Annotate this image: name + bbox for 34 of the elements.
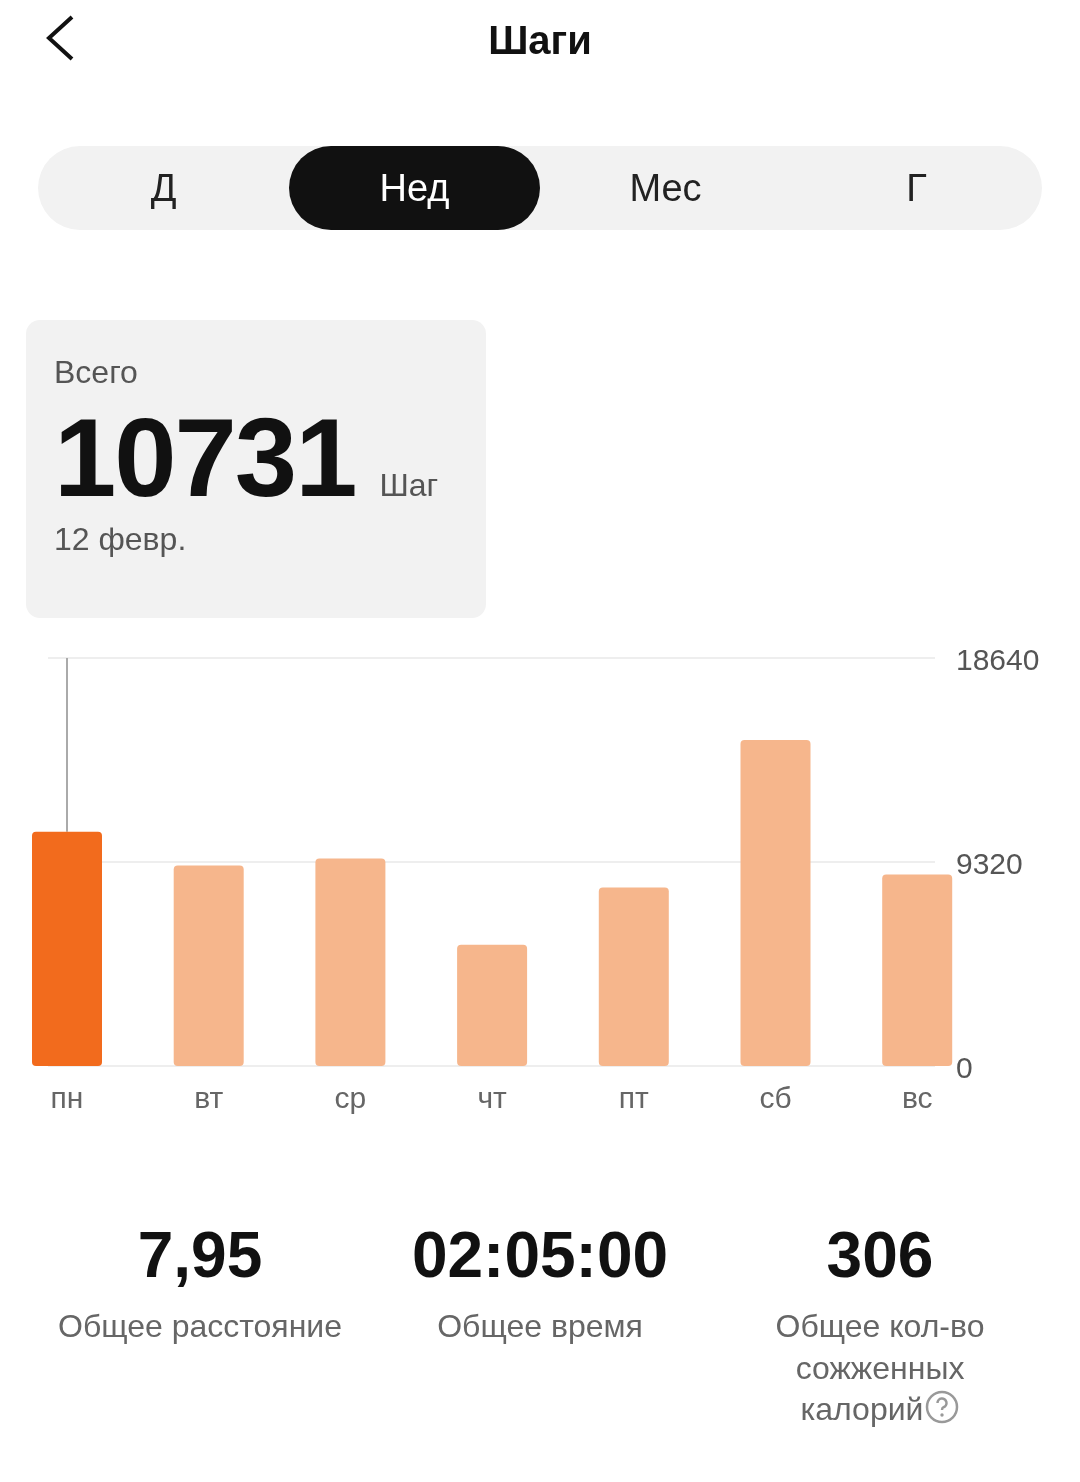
total-steps: 10731: [54, 399, 356, 517]
bar[interactable]: [740, 740, 811, 1066]
day-label: чт: [477, 1081, 507, 1114]
bar[interactable]: [32, 831, 102, 1066]
day-label: пт: [618, 1081, 649, 1114]
bar[interactable]: [173, 865, 244, 1066]
back-icon[interactable]: [44, 14, 76, 62]
day-label: пн: [50, 1081, 84, 1114]
help-icon[interactable]: [925, 1390, 960, 1425]
stat-label: Общее кол-во сожженных калорий: [774, 1307, 986, 1430]
day-label: вт: [194, 1081, 224, 1114]
bar[interactable]: [882, 874, 953, 1066]
page-title: Шаги: [488, 17, 592, 63]
period-tab[interactable]: Мес: [540, 146, 791, 230]
stat-label: Общее расстояние: [57, 1307, 343, 1346]
bar[interactable]: [315, 858, 386, 1066]
stat-value: 02:05:00: [411, 1218, 669, 1292]
period-tab[interactable]: Нед: [289, 146, 540, 230]
stat-value: 306: [826, 1218, 934, 1292]
bar[interactable]: [598, 887, 669, 1066]
period-tab[interactable]: Д: [38, 146, 289, 230]
axis-tick-label: 18640: [956, 648, 1040, 676]
day-label: ср: [334, 1081, 367, 1114]
axis-tick-label: 9320: [956, 847, 1023, 880]
period-tab[interactable]: Г: [791, 146, 1042, 230]
unit-label: Шаг: [379, 467, 439, 504]
axis-tick-label: 0: [956, 1051, 973, 1084]
day-label: вс: [901, 1081, 933, 1114]
bar[interactable]: [457, 944, 528, 1066]
stat-value: 7,95: [137, 1218, 263, 1292]
summary-label: Всего: [54, 354, 139, 391]
day-label: сб: [759, 1081, 792, 1114]
stat-label: Общее время: [436, 1307, 644, 1346]
date-label: 12 февр.: [54, 520, 188, 558]
